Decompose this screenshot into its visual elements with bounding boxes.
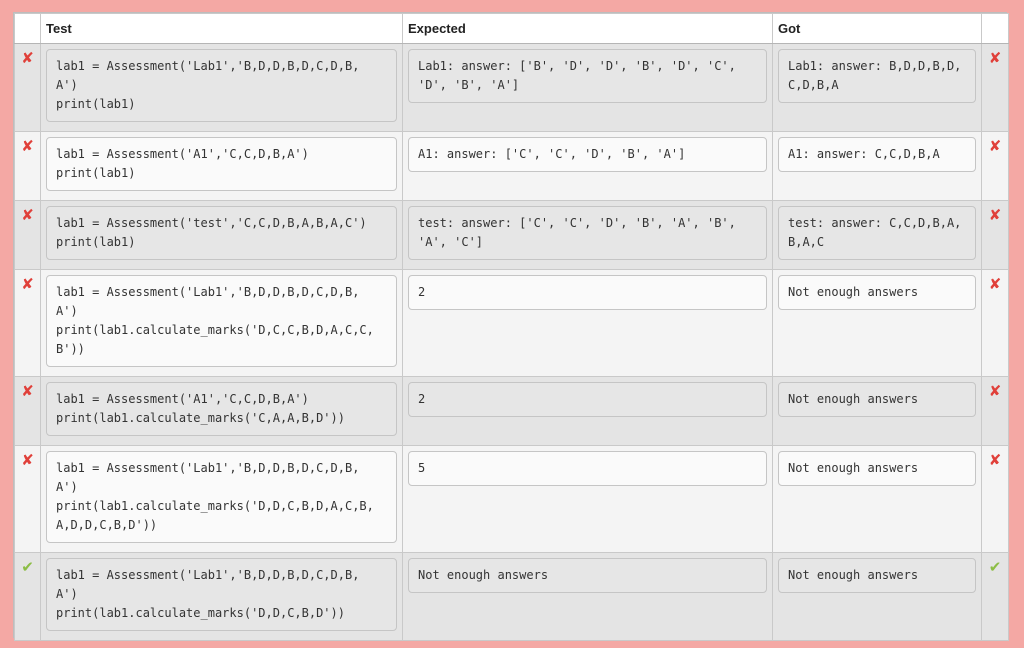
got-cell: Not enough answers (772, 552, 982, 641)
cross-icon: ✘ (988, 49, 1002, 67)
test-cell: lab1 = Assessment('Lab1','B,D,D,B,D,C,D,… (40, 269, 403, 377)
cross-icon: ✘ (21, 206, 34, 224)
test-cell: lab1 = Assessment('Lab1','B,D,D,B,D,C,D,… (40, 43, 403, 132)
cross-icon: ✘ (988, 382, 1002, 400)
status-cell: ✘ (14, 131, 41, 201)
result-cell: ✘ (981, 131, 1009, 201)
table-row: ✔ lab1 = Assessment('Lab1','B,D,D,B,D,C,… (14, 552, 1009, 641)
cross-icon: ✘ (988, 206, 1002, 224)
tick-icon: ✔ (21, 558, 34, 576)
status-cell: ✘ (14, 43, 41, 132)
cross-icon: ✘ (988, 451, 1002, 469)
expected-output: A1: answer: ['C', 'C', 'D', 'B', 'A'] (408, 137, 767, 172)
result-cell: ✘ (981, 445, 1009, 553)
table-header-row: Test Expected Got (14, 13, 1009, 44)
expected-cell: 2 (402, 269, 773, 377)
test-cell: lab1 = Assessment('A1','C,C,D,B,A') prin… (40, 131, 403, 201)
result-cell: ✘ (981, 200, 1009, 270)
result-cell: ✘ (981, 376, 1009, 446)
tick-icon: ✔ (988, 558, 1002, 576)
test-column-header: Test (40, 13, 403, 44)
status-cell: ✘ (14, 376, 41, 446)
cross-icon: ✘ (21, 382, 34, 400)
expected-cell: 2 (402, 376, 773, 446)
status-cell: ✘ (14, 269, 41, 377)
result-cell: ✘ (981, 43, 1009, 132)
expected-cell: A1: answer: ['C', 'C', 'D', 'B', 'A'] (402, 131, 773, 201)
test-cell: lab1 = Assessment('Lab1','B,D,D,B,D,C,D,… (40, 552, 403, 641)
cross-icon: ✘ (21, 137, 34, 155)
expected-cell: test: answer: ['C', 'C', 'D', 'B', 'A', … (402, 200, 773, 270)
result-cell: ✘ (981, 269, 1009, 377)
test-code: lab1 = Assessment('test','C,C,D,B,A,B,A,… (46, 206, 397, 260)
table-row: ✘ lab1 = Assessment('A1','C,C,D,B,A') pr… (14, 131, 1009, 201)
got-output: Lab1: answer: B,D,D,B,D, C,D,B,A (778, 49, 976, 103)
test-code: lab1 = Assessment('A1','C,C,D,B,A') prin… (46, 137, 397, 191)
cross-icon: ✘ (21, 49, 34, 67)
expected-column-header: Expected (402, 13, 773, 44)
got-column-header: Got (772, 13, 982, 44)
got-cell: Not enough answers (772, 269, 982, 377)
status-cell: ✘ (14, 200, 41, 270)
expected-output: 2 (408, 275, 767, 310)
test-results-panel: Test Expected Got ✘ lab1 = Assessment('L… (13, 12, 1009, 641)
got-output: Not enough answers (778, 382, 976, 417)
got-output: A1: answer: C,C,D,B,A (778, 137, 976, 172)
test-code: lab1 = Assessment('Lab1','B,D,D,B,D,C,D,… (46, 451, 397, 543)
status-cell: ✘ (14, 445, 41, 553)
test-cell: lab1 = Assessment('A1','C,C,D,B,A') prin… (40, 376, 403, 446)
got-cell: test: answer: C,C,D,B,A, B,A,C (772, 200, 982, 270)
expected-output: 2 (408, 382, 767, 417)
expected-output: Lab1: answer: ['B', 'D', 'D', 'B', 'D', … (408, 49, 767, 103)
result-cell: ✔ (981, 552, 1009, 641)
test-cell: lab1 = Assessment('test','C,C,D,B,A,B,A,… (40, 200, 403, 270)
table-row: ✘ lab1 = Assessment('Lab1','B,D,D,B,D,C,… (14, 269, 1009, 377)
expected-output: 5 (408, 451, 767, 486)
cross-icon: ✘ (21, 275, 34, 293)
test-code: lab1 = Assessment('A1','C,C,D,B,A') prin… (46, 382, 397, 436)
got-output: Not enough answers (778, 275, 976, 310)
cross-icon: ✘ (988, 275, 1002, 293)
test-code: lab1 = Assessment('Lab1','B,D,D,B,D,C,D,… (46, 275, 397, 367)
expected-output: test: answer: ['C', 'C', 'D', 'B', 'A', … (408, 206, 767, 260)
table-row: ✘ lab1 = Assessment('A1','C,C,D,B,A') pr… (14, 376, 1009, 446)
expected-cell: Lab1: answer: ['B', 'D', 'D', 'B', 'D', … (402, 43, 773, 132)
test-code: lab1 = Assessment('Lab1','B,D,D,B,D,C,D,… (46, 49, 397, 122)
got-output: Not enough answers (778, 558, 976, 593)
result-column-header (981, 13, 1009, 44)
test-results-table: Test Expected Got ✘ lab1 = Assessment('L… (14, 13, 1009, 641)
table-row: ✘ lab1 = Assessment('test','C,C,D,B,A,B,… (14, 200, 1009, 270)
got-cell: A1: answer: C,C,D,B,A (772, 131, 982, 201)
expected-cell: Not enough answers (402, 552, 773, 641)
got-output: test: answer: C,C,D,B,A, B,A,C (778, 206, 976, 260)
status-column-header (14, 13, 41, 44)
status-cell: ✔ (14, 552, 41, 641)
test-code: lab1 = Assessment('Lab1','B,D,D,B,D,C,D,… (46, 558, 397, 631)
expected-output: Not enough answers (408, 558, 767, 593)
table-row: ✘ lab1 = Assessment('Lab1','B,D,D,B,D,C,… (14, 445, 1009, 553)
cross-icon: ✘ (988, 137, 1002, 155)
got-cell: Not enough answers (772, 376, 982, 446)
table-row: ✘ lab1 = Assessment('Lab1','B,D,D,B,D,C,… (14, 43, 1009, 132)
test-cell: lab1 = Assessment('Lab1','B,D,D,B,D,C,D,… (40, 445, 403, 553)
got-cell: Not enough answers (772, 445, 982, 553)
expected-cell: 5 (402, 445, 773, 553)
got-cell: Lab1: answer: B,D,D,B,D, C,D,B,A (772, 43, 982, 132)
cross-icon: ✘ (21, 451, 34, 469)
got-output: Not enough answers (778, 451, 976, 486)
